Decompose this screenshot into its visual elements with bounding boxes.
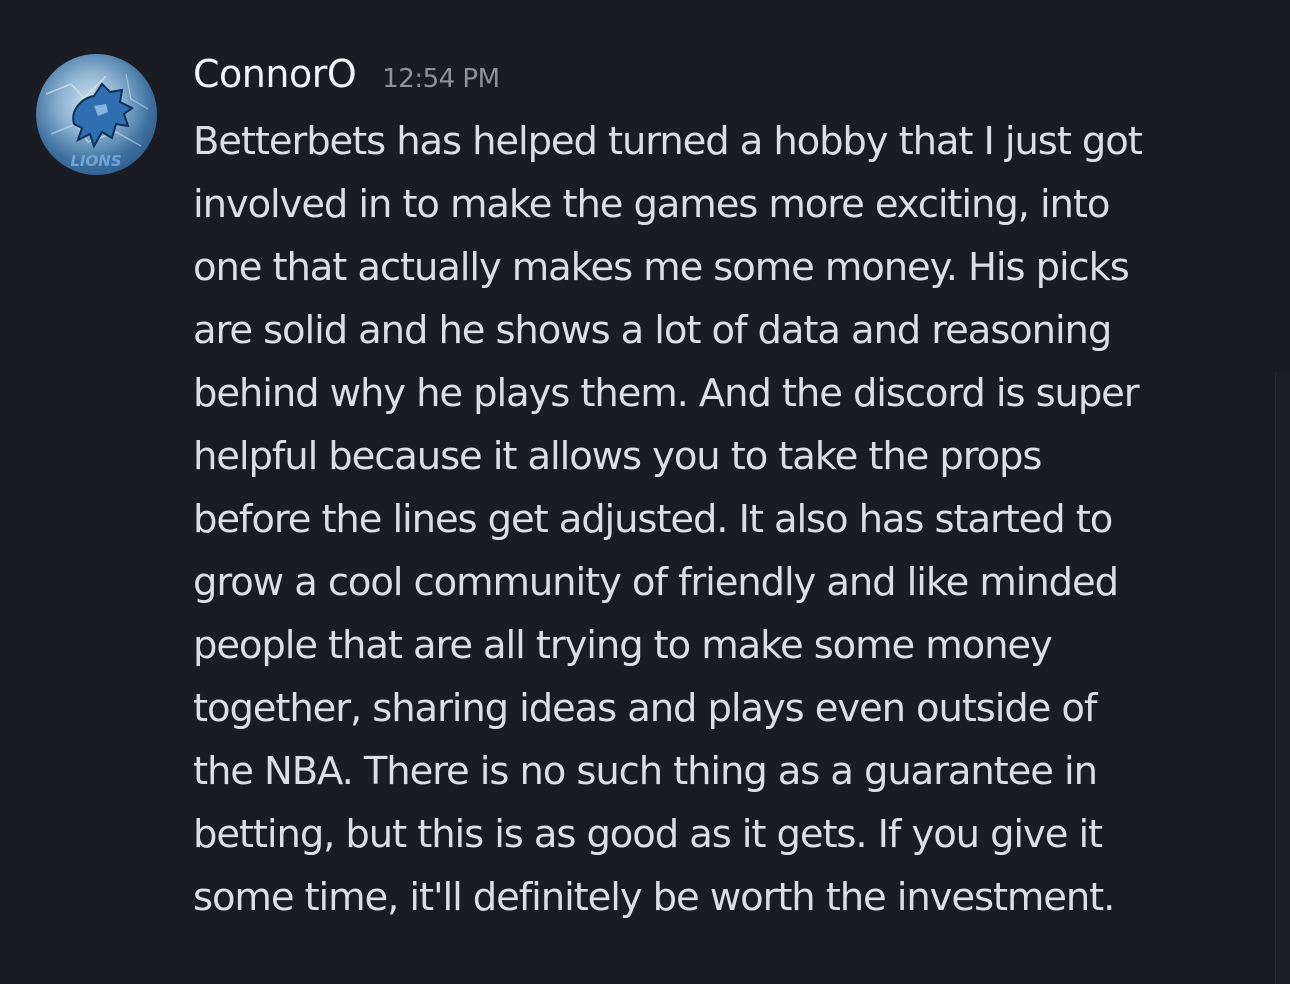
message-content: ConnorO 12:54 PM Betterbets has helped t… xyxy=(193,52,1268,929)
avatar[interactable]: LIONS xyxy=(36,54,157,175)
username[interactable]: ConnorO xyxy=(193,52,357,96)
message-header: ConnorO 12:54 PM xyxy=(193,52,1268,100)
message-body: Betterbets has helped turned a hobby tha… xyxy=(193,119,1143,920)
avatar-caption: LIONS xyxy=(70,152,121,170)
timestamp[interactable]: 12:54 PM xyxy=(382,64,500,94)
scrollbar[interactable] xyxy=(1275,372,1290,984)
chat-window: LIONS ConnorO 12:54 PM Betterbets has he… xyxy=(0,0,1290,984)
lions-logo-icon: LIONS xyxy=(45,73,149,170)
